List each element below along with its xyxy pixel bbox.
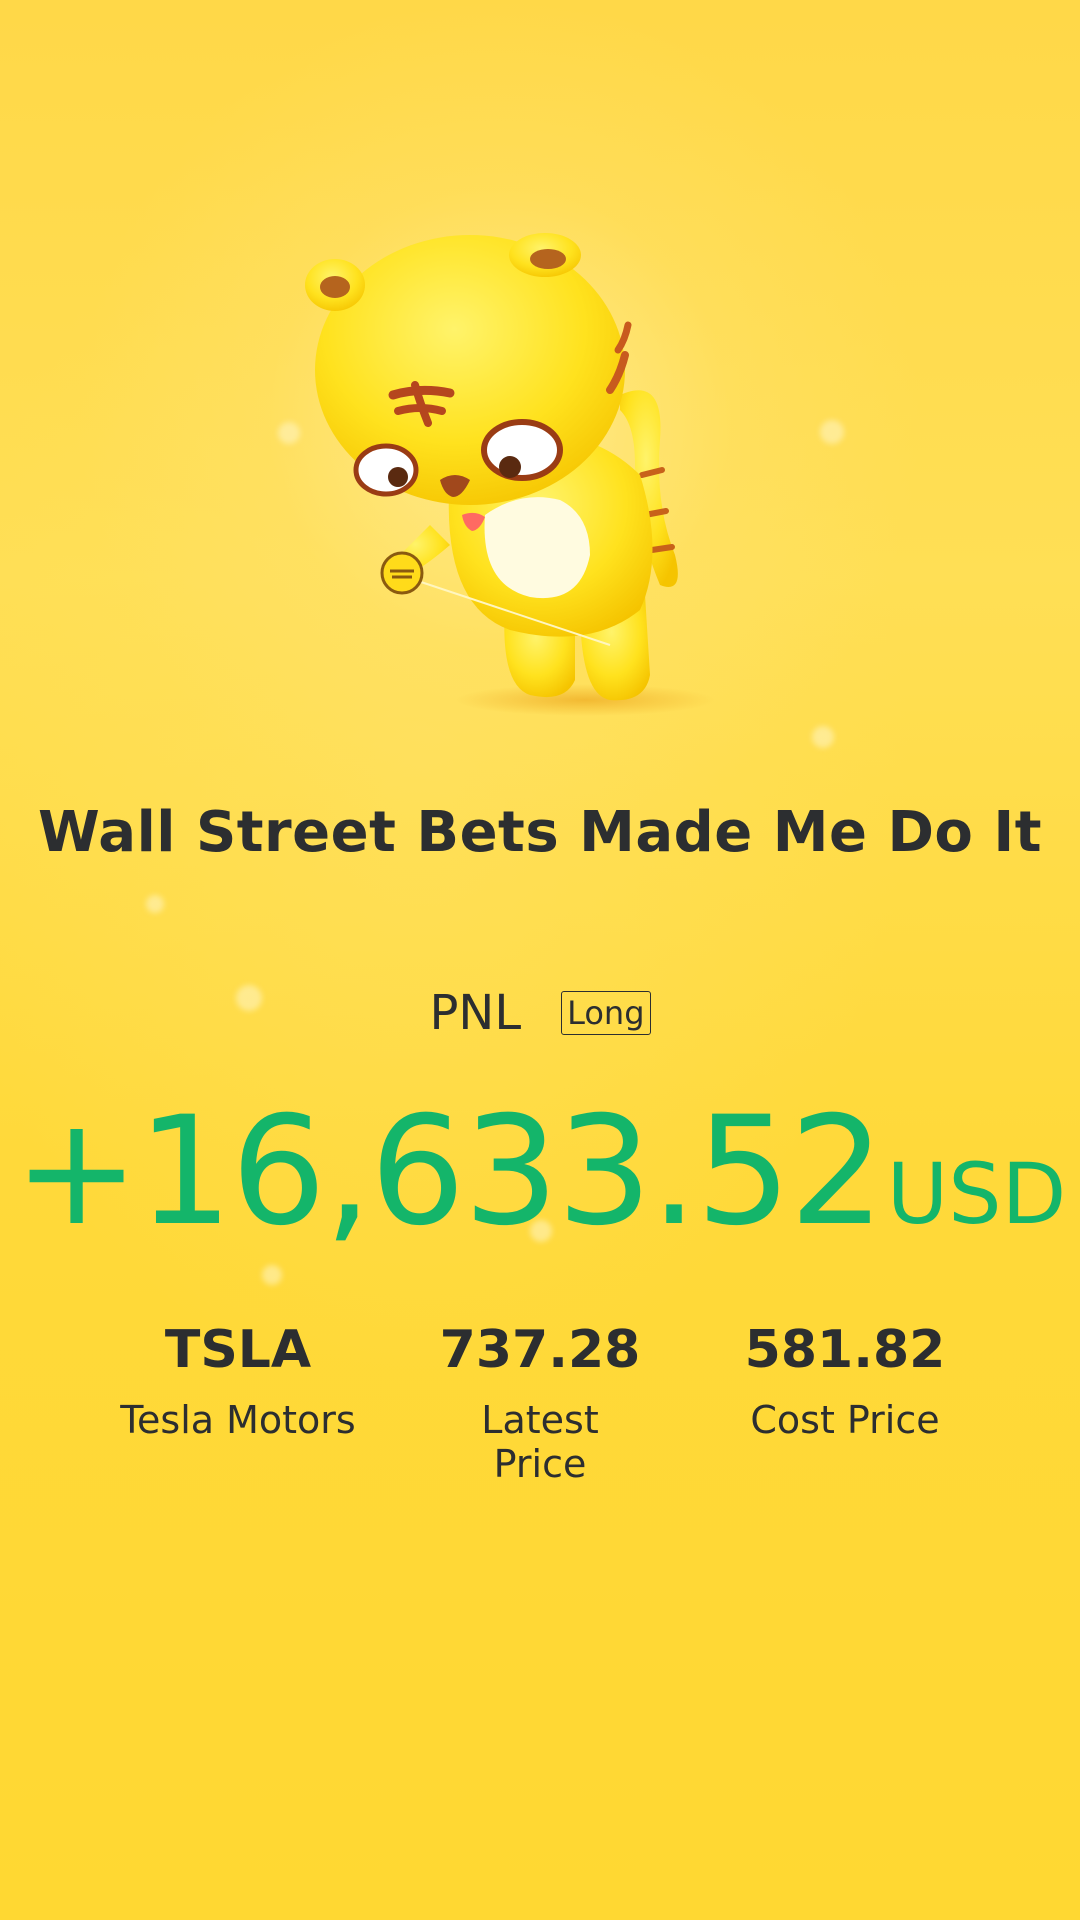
stat-cost-price-value: 581.82 (744, 1320, 946, 1380)
bokeh-dot (262, 1265, 282, 1285)
stat-latest-price: 737.28 Latest Price (390, 1318, 690, 1486)
pnl-currency: USD (886, 1145, 1067, 1243)
bokeh-dot (820, 420, 844, 444)
pnl-label: PNL (429, 985, 522, 1041)
stat-symbol-value: TSLA (164, 1320, 312, 1380)
tiger-mascot-illustration (305, 233, 715, 716)
stat-latest-price-value: 737.28 (439, 1320, 641, 1380)
bokeh-dot (812, 726, 834, 748)
stat-symbol-label: Tesla Motors (120, 1398, 356, 1442)
stat-cost-price: 581.82 Cost Price (695, 1318, 995, 1442)
headline: Wall Street Bets Made Me Do It (38, 800, 1042, 865)
pnl-amount-value: +16,633.52 (13, 1085, 885, 1259)
pnl-amount: +16,633.52USD (0, 1085, 1080, 1259)
pnl-row: PNL Long (0, 985, 1080, 1041)
stat-symbol: TSLA Tesla Motors (88, 1318, 388, 1442)
stat-cost-price-label: Cost Price (750, 1398, 940, 1442)
stat-latest-price-label: Latest Price (481, 1398, 599, 1486)
bokeh-dot (146, 895, 164, 913)
position-type-badge: Long (561, 991, 651, 1035)
